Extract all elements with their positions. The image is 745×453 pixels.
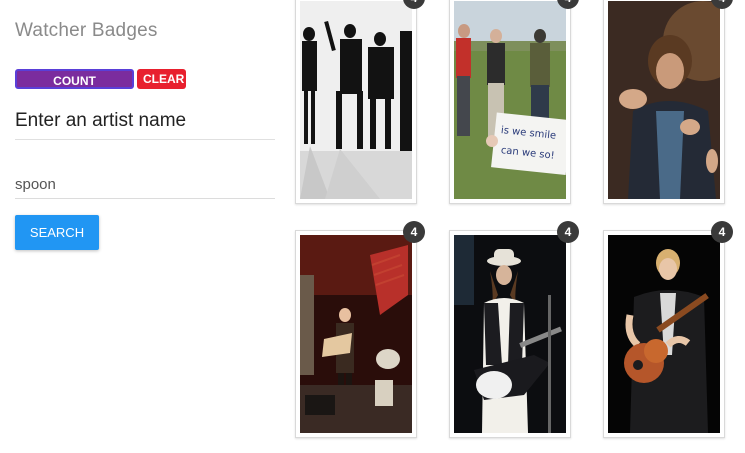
photo-concert-stage — [300, 235, 412, 433]
artist-search-input[interactable] — [15, 170, 275, 199]
form-heading: Enter an artist name — [15, 110, 187, 131]
photo-band-silhouettes — [300, 1, 412, 199]
photo-guitarist-hat — [454, 235, 566, 433]
artist-card[interactable]: is we smile can we so! 4 — [449, 0, 579, 204]
clear-button[interactable]: CLEAR — [137, 69, 186, 89]
artist-photo — [608, 235, 720, 433]
divider — [15, 139, 275, 140]
artist-photo: is we smile can we so! — [454, 1, 566, 199]
watcher-count-badge: 4 — [557, 221, 579, 243]
artist-card[interactable]: 4 — [295, 0, 425, 204]
artist-card[interactable]: 4 — [449, 221, 579, 438]
artist-photo — [300, 1, 412, 199]
artist-card[interactable]: 4 — [603, 221, 733, 438]
app-title: Watcher Badges — [15, 20, 158, 41]
artist-photo — [300, 235, 412, 433]
photo-guitarist-spotlight — [608, 235, 720, 433]
artist-photo — [608, 1, 720, 199]
artist-card[interactable]: 4 — [295, 221, 425, 438]
count-watchers-button[interactable]: COUNT WATCHERS — [15, 69, 134, 108]
watcher-count-badge: 4 — [403, 221, 425, 243]
watcher-count-badge: 4 — [711, 221, 733, 243]
search-button[interactable]: SEARCH — [15, 215, 99, 250]
photo-band-field-sign: is we smile can we so! — [454, 1, 566, 199]
photo-man-gesturing — [608, 1, 720, 199]
artist-photo — [454, 235, 566, 433]
artist-card[interactable]: 4 — [603, 0, 733, 204]
